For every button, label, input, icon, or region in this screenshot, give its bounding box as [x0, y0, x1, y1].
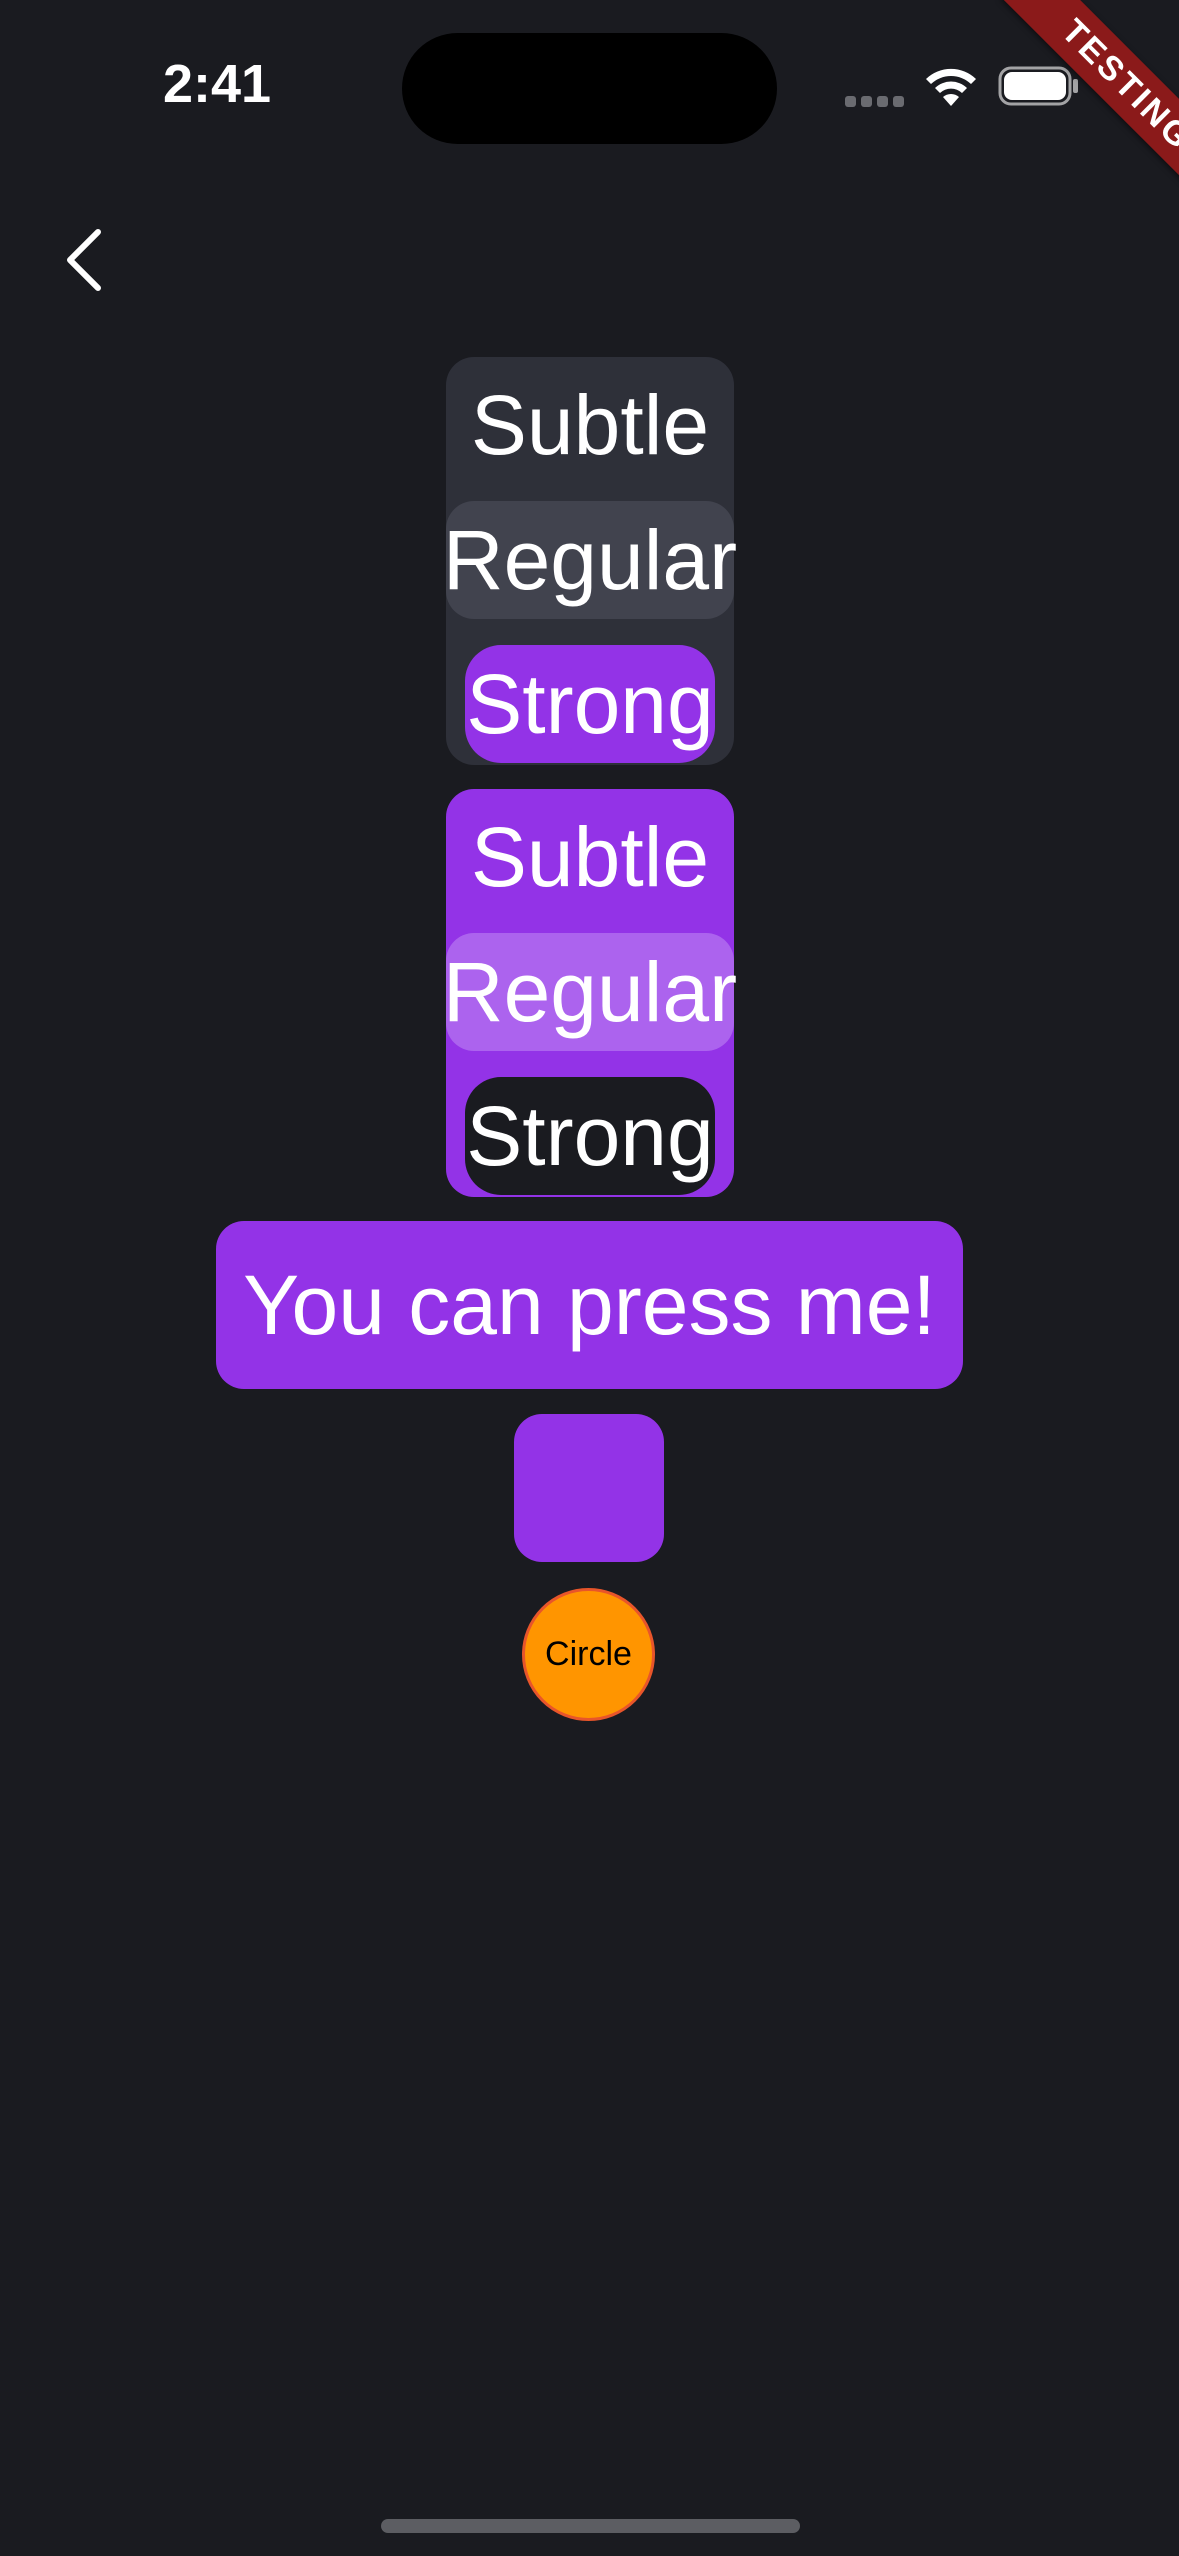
home-indicator[interactable] [381, 2519, 800, 2533]
button-group-accent: Subtle Regular Strong [443, 789, 737, 1197]
square-button[interactable] [514, 1414, 664, 1562]
subtle-button[interactable]: Subtle [446, 798, 734, 916]
button-group-neutral: Subtle Regular Strong [443, 357, 737, 765]
regular-button[interactable]: Regular [443, 933, 737, 1051]
strong-button[interactable]: Strong [465, 645, 715, 763]
back-button[interactable] [52, 220, 116, 300]
cellular-signal-icon [845, 96, 905, 108]
dynamic-island [402, 33, 777, 144]
circle-button[interactable]: Circle [522, 1588, 655, 1721]
press-me-button[interactable]: You can press me! [216, 1221, 963, 1389]
chevron-left-icon [67, 229, 101, 291]
strong-button[interactable]: Strong [465, 1077, 715, 1195]
testing-ribbon: TESTING [979, 0, 1179, 200]
regular-button[interactable]: Regular [443, 501, 737, 619]
testing-ribbon-label: TESTING [1001, 0, 1179, 200]
subtle-button[interactable]: Subtle [446, 366, 734, 484]
status-time: 2:41 [163, 54, 272, 114]
wifi-icon [926, 68, 976, 106]
